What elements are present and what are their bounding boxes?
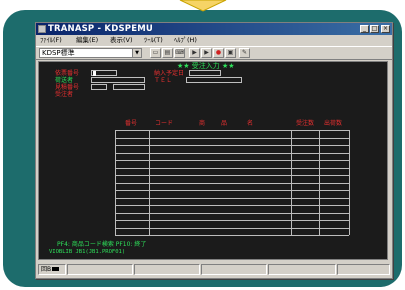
grid-row-line bbox=[115, 130, 349, 131]
step-icon[interactable]: ▶ bbox=[201, 48, 212, 58]
grid-row-line bbox=[115, 212, 349, 214]
keyboard-icon[interactable]: ⌨ bbox=[174, 48, 185, 58]
grid-row-line bbox=[115, 137, 349, 139]
capture-icon[interactable]: ▣ bbox=[225, 48, 236, 58]
profile-select[interactable]: KDSP標準 ▼ bbox=[39, 48, 142, 58]
grid-row-line bbox=[115, 205, 349, 206]
col-number: 番号 bbox=[125, 120, 138, 127]
menu-tools[interactable]: ﾂｰﾙ(T) bbox=[144, 35, 163, 45]
grid-column-line bbox=[115, 130, 116, 235]
col-product-1: 商 bbox=[199, 120, 206, 127]
grid-column-line bbox=[291, 130, 292, 235]
label-shipper: 荷送者 bbox=[55, 77, 74, 84]
status-panel-1 bbox=[67, 264, 133, 275]
status-panel-4 bbox=[268, 264, 336, 275]
function-key-hint: PF4: 商品コード検索 PF10: 終了 bbox=[57, 241, 147, 248]
tel-field[interactable] bbox=[186, 77, 242, 83]
grid-row-line bbox=[115, 197, 349, 199]
grid-column-line bbox=[319, 130, 320, 235]
col-product-3: 名 bbox=[247, 120, 254, 127]
profile-select-value: KDSP標準 bbox=[42, 49, 75, 57]
paste-icon[interactable]: ▤ bbox=[162, 48, 173, 58]
terminal-screen[interactable]: ★★ 受注入力 ★★ 依票番号 納入予定日 荷送者 ＴＥＬ 見積番号 受注者 番… bbox=[38, 61, 388, 260]
label-tel: ＴＥＬ bbox=[154, 77, 173, 84]
record-icon[interactable]: ● bbox=[213, 48, 224, 58]
label-order-no: 依票番号 bbox=[55, 70, 80, 77]
label-quote-no: 見積番号 bbox=[55, 84, 80, 91]
play-icon[interactable]: ▶ bbox=[189, 48, 200, 58]
col-product-2: 品 bbox=[221, 120, 228, 127]
grid-row-line bbox=[115, 227, 349, 229]
keyboard-indicator-icon bbox=[52, 267, 60, 271]
screen-heading: ★★ 受注入力 ★★ bbox=[177, 62, 235, 70]
shipper-field[interactable] bbox=[91, 77, 145, 83]
grid-row-line bbox=[115, 220, 349, 221]
grid-row-line bbox=[115, 167, 349, 169]
col-ordered-qty: 受注数 bbox=[296, 120, 315, 127]
title-bar: TRANASP - KDSPEMU _ □ × bbox=[36, 23, 392, 35]
status-connection: 回B bbox=[38, 264, 66, 275]
copy-icon[interactable]: ▭ bbox=[150, 48, 161, 58]
library-line: VIOBLIB JB1(JB1.PROF01) bbox=[49, 249, 126, 255]
grid-row-line bbox=[115, 190, 349, 191]
status-panel-5 bbox=[337, 264, 390, 275]
menu-edit[interactable]: 編集(E) bbox=[76, 35, 98, 45]
toolbar: KDSP標準 ▼ ▭ ▤ ⌨ ▶ ▶ ● ▣ ✎ bbox=[36, 46, 392, 60]
app-icon bbox=[38, 25, 46, 33]
emulator-window: TRANASP - KDSPEMU _ □ × ﾌｧｲﾙ(F) 編集(E) 表示… bbox=[35, 22, 393, 279]
grid-row-line bbox=[115, 145, 349, 146]
grid-row-line bbox=[115, 175, 349, 176]
status-bar: 回B bbox=[36, 263, 392, 276]
label-delivery-date: 納入予定日 bbox=[154, 70, 185, 77]
quote-no-field-2[interactable] bbox=[113, 84, 145, 90]
chevron-down-icon[interactable]: ▼ bbox=[132, 49, 141, 57]
grid-row-line bbox=[115, 235, 349, 236]
grid-column-line bbox=[349, 130, 350, 235]
grid-column-line bbox=[149, 130, 150, 235]
maximize-button[interactable]: □ bbox=[370, 25, 379, 33]
menu-file[interactable]: ﾌｧｲﾙ(F) bbox=[40, 35, 62, 45]
quote-no-field[interactable] bbox=[91, 84, 107, 90]
label-receiver: 受注者 bbox=[55, 91, 74, 98]
status-panel-3 bbox=[201, 264, 267, 275]
window-title: TRANASP - KDSPEMU bbox=[48, 24, 153, 34]
grid-row-line bbox=[115, 152, 349, 154]
delivery-date-field[interactable] bbox=[189, 70, 221, 76]
col-code: コード bbox=[155, 120, 174, 127]
tool-icon[interactable]: ✎ bbox=[239, 48, 250, 58]
menu-view[interactable]: 表示(V) bbox=[110, 35, 133, 45]
status-panel-2 bbox=[134, 264, 200, 275]
menu-bar: ﾌｧｲﾙ(F) 編集(E) 表示(V) ﾂｰﾙ(T) ﾍﾙﾌﾟ(H) bbox=[36, 35, 392, 45]
minimize-button[interactable]: _ bbox=[360, 25, 369, 33]
status-icon-label: 回B bbox=[41, 266, 52, 273]
pointer-notch bbox=[179, 0, 227, 12]
grid-row-line bbox=[115, 182, 349, 184]
menu-help[interactable]: ﾍﾙﾌﾟ(H) bbox=[174, 35, 197, 45]
close-button[interactable]: × bbox=[381, 25, 390, 33]
grid-row-line bbox=[115, 160, 349, 161]
col-shipped-qty: 出荷数 bbox=[324, 120, 343, 127]
text-cursor bbox=[93, 70, 96, 76]
